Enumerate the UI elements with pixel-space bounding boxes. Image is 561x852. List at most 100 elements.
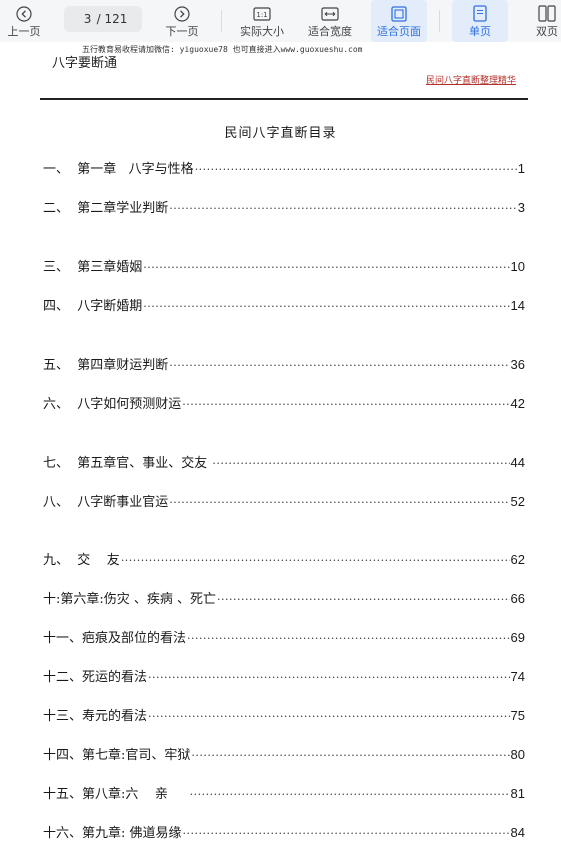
chevron-right-circle-icon — [173, 5, 191, 23]
toc-leader — [143, 297, 509, 317]
double-page-button[interactable]: 双页 — [530, 0, 561, 42]
toc-title-text: 第二章学业判断 — [69, 201, 169, 216]
page-header-note: 五行教育易收程请加微信: yiguoxue78 也可直接进入www.guoxue… — [82, 45, 363, 54]
toc-entry[interactable]: 六、 八字如何预测财运 42 — [43, 394, 525, 414]
toc-title-text: 第一章 八字与性格 — [69, 162, 194, 177]
toc-entry[interactable]: 十四、 第七章:官司、牢狱 80 — [43, 745, 525, 765]
toc-page-number: 3 — [517, 200, 525, 215]
toc-leader — [195, 160, 517, 180]
next-page-button[interactable]: 下一页 — [160, 0, 204, 42]
single-page-icon — [471, 5, 489, 23]
toc-page-number: 62 — [510, 552, 525, 567]
toc-title-text: 第三章婚姻 — [69, 260, 143, 275]
toc-page-number: 10 — [510, 259, 525, 274]
toc-leader — [187, 629, 510, 649]
toc-page-number: 75 — [510, 708, 525, 723]
prev-page-label: 上一页 — [7, 24, 41, 38]
toc-number: 六、 — [43, 397, 70, 412]
next-page-label: 下一页 — [165, 24, 199, 38]
toc-page-number: 66 — [510, 591, 525, 606]
toc-number: 五、 — [43, 358, 70, 373]
page-total: / 121 — [96, 12, 128, 26]
toc-page-number: 80 — [510, 747, 525, 762]
chevron-left-circle-icon — [15, 5, 33, 23]
toc-title: 民间八字直断目录 — [224, 126, 337, 141]
toc-leader — [169, 199, 516, 219]
fit-width-button[interactable]: 适合宽度 — [302, 0, 358, 42]
toc-leader — [148, 707, 510, 727]
toc-number: 十一、 — [43, 631, 83, 646]
toc-number: 七、 — [43, 456, 70, 471]
toc-page-number: 74 — [510, 669, 525, 684]
header-rule — [40, 98, 528, 100]
document-page: 五行教育易收程请加微信: yiguoxue78 也可直接进入www.guoxue… — [0, 42, 561, 852]
toc-leader — [217, 590, 509, 610]
fit-page-button[interactable]: 适合页面 — [371, 0, 427, 42]
toc-entry[interactable]: 十六、 第九章: 佛道易缘 84 — [43, 823, 525, 843]
toc-entry[interactable]: 十三、 寿元的看法 75 — [43, 706, 525, 726]
toc-title-text: 八字断婚期 — [69, 299, 143, 314]
toc-number: 四、 — [43, 299, 70, 314]
toc-leader — [121, 551, 510, 571]
toc-title-text: 寿元的看法 — [82, 709, 148, 724]
fit-page-icon — [390, 5, 408, 23]
toc-entry[interactable]: 十二、 死运的看法 74 — [43, 667, 525, 687]
toc-entry[interactable]: 四、 八字断婚期 14 — [43, 296, 525, 316]
actual-size-button[interactable]: 1:1 实际大小 — [235, 0, 289, 42]
toc-page-number: 69 — [510, 630, 525, 645]
actual-size-label: 实际大小 — [240, 24, 284, 38]
toc-number: 十四、 — [43, 748, 83, 763]
toc-page-number: 42 — [510, 396, 525, 411]
toc-entry[interactable]: 十一、 疤痕及部位的看法 69 — [43, 628, 525, 648]
toolbar-divider — [221, 10, 222, 32]
toc-title-text: 第九章: 佛道易缘 — [82, 826, 182, 841]
actual-size-glyph: 1:1 — [256, 11, 267, 19]
toc-title-text: 八字断事业官运 — [69, 495, 169, 510]
toc-number: 十三、 — [43, 709, 83, 724]
running-head: 八字要断通 — [52, 56, 118, 71]
toc-page-number: 36 — [510, 357, 525, 372]
toc-leader — [212, 454, 509, 474]
toc-leader — [169, 493, 509, 513]
toc-number: 十二、 — [43, 670, 83, 685]
toc-number: 十五、 — [43, 787, 83, 802]
double-page-label: 双页 — [536, 24, 558, 38]
single-page-button[interactable]: 单页 — [452, 0, 508, 42]
viewer-toolbar: 上一页 3 / 121 下一页 1:1 实际大小 适合宽度 适合页面 单页 双页 — [0, 0, 561, 42]
toc-number: 十六、 — [43, 826, 83, 841]
toc-entry[interactable]: 二、 第二章学业判断 3 — [43, 198, 525, 218]
toc-page-number: 14 — [510, 298, 525, 313]
toc-leader — [190, 785, 510, 805]
toc-title-text: 疤痕及部位的看法 — [82, 631, 187, 646]
toc-entry[interactable]: 五、 第四章财运判断 36 — [43, 355, 525, 375]
toc-leader — [148, 668, 510, 688]
toc-page-number: 52 — [510, 494, 525, 509]
toc-leader — [182, 395, 509, 415]
toc-number: 三、 — [43, 260, 70, 275]
fit-width-label: 适合宽度 — [308, 24, 352, 38]
toc-entry[interactable]: 七、 第五章官、事业、交友 44 — [43, 453, 525, 473]
toc-leader — [143, 258, 509, 278]
toc-title-text: 死运的看法 — [82, 670, 148, 685]
toc-page-number: 44 — [510, 455, 525, 470]
toc-title-text: 第七章:官司、牢狱 — [82, 748, 191, 763]
toc-leader — [169, 356, 509, 376]
series-label: 民间八字直断整理精华 — [426, 76, 517, 86]
prev-page-button[interactable]: 上一页 — [4, 0, 44, 42]
toc-title-text: 第六章:伤灾 、疾病 、死亡 — [60, 592, 217, 607]
actual-size-icon: 1:1 — [253, 5, 271, 23]
toc-number: 二、 — [43, 201, 70, 216]
toc-entry[interactable]: 十: 第六章:伤灾 、疾病 、死亡 66 — [43, 589, 525, 609]
page-number-field[interactable]: 3 / 121 — [64, 6, 142, 32]
page-current-input[interactable]: 3 — [79, 12, 97, 26]
toc-entry[interactable]: 三、 第三章婚姻 10 — [43, 257, 525, 277]
toc-number: 九、 — [43, 553, 70, 568]
toc-entry[interactable]: 八、 八字断事业官运 52 — [43, 492, 525, 512]
toc-entry[interactable]: 一、 第一章 八字与性格 1 — [43, 159, 525, 179]
toc-title-text: 第四章财运判断 — [69, 358, 169, 373]
toc-number: 一、 — [43, 162, 70, 177]
single-page-label: 单页 — [469, 24, 491, 38]
double-page-icon — [538, 5, 556, 23]
toc-entry[interactable]: 十五、 第八章:六 亲 81 — [43, 784, 525, 804]
toc-entry[interactable]: 九、 交 友 62 — [43, 550, 525, 570]
